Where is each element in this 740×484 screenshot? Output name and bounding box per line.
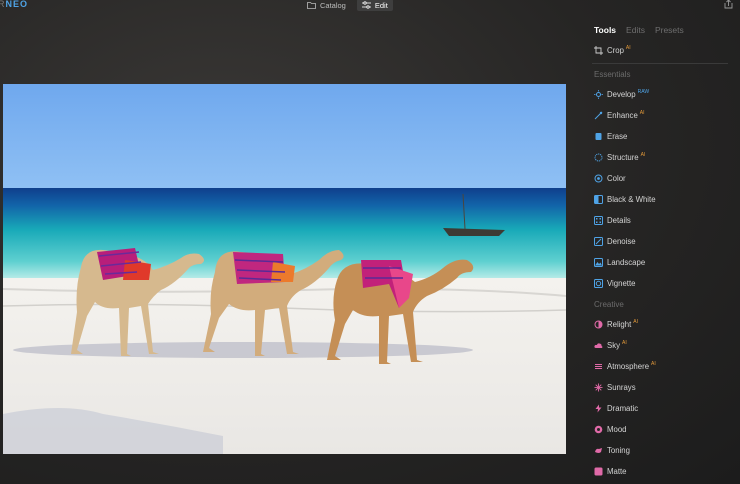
tool-relight[interactable]: Relight AI bbox=[584, 314, 730, 335]
vignette-icon bbox=[594, 279, 603, 288]
app-logo: RNEO bbox=[0, 0, 29, 9]
photo-canvas[interactable] bbox=[3, 84, 566, 454]
tool-vignette[interactable]: Vignette bbox=[584, 273, 730, 294]
tool-matte[interactable]: Matte bbox=[584, 461, 730, 482]
sunrays-icon bbox=[594, 383, 603, 392]
atmosphere-icon bbox=[594, 362, 603, 371]
structure-icon bbox=[594, 153, 603, 162]
tool-develop[interactable]: Develop RAW bbox=[584, 84, 730, 105]
matte-icon bbox=[594, 467, 603, 476]
tools-panel: Tools Edits Presets Crop AI Essentials De… bbox=[584, 20, 730, 484]
details-icon bbox=[594, 216, 603, 225]
folder-icon bbox=[307, 2, 316, 9]
tool-dramatic[interactable]: Dramatic bbox=[584, 398, 730, 419]
section-creative: Creative bbox=[594, 300, 624, 309]
sky-icon bbox=[594, 341, 603, 350]
tool-landscape[interactable]: Landscape bbox=[584, 252, 730, 273]
section-essentials: Essentials bbox=[594, 70, 631, 79]
catalog-mode-button[interactable]: Catalog bbox=[302, 0, 351, 11]
mood-icon bbox=[594, 425, 603, 434]
tab-tools[interactable]: Tools bbox=[594, 25, 616, 35]
eraser-icon bbox=[594, 132, 603, 141]
tab-edits[interactable]: Edits bbox=[626, 25, 645, 35]
tool-erase[interactable]: Erase bbox=[584, 126, 730, 147]
top-bar: RNEO Catalog Edit bbox=[0, 0, 740, 12]
tool-sky[interactable]: Sky AI bbox=[584, 335, 730, 356]
tool-mood[interactable]: Mood bbox=[584, 419, 730, 440]
tool-crop[interactable]: Crop AI bbox=[584, 40, 730, 61]
tool-details[interactable]: Details bbox=[584, 210, 730, 231]
photo-image bbox=[3, 84, 566, 454]
toning-icon bbox=[594, 446, 603, 455]
relight-icon bbox=[594, 320, 603, 329]
black-white-icon bbox=[594, 195, 603, 204]
enhance-icon bbox=[594, 111, 603, 120]
develop-icon bbox=[594, 90, 603, 99]
landscape-icon bbox=[594, 258, 603, 267]
tool-toning[interactable]: Toning bbox=[584, 440, 730, 461]
share-icon[interactable] bbox=[724, 0, 733, 9]
dramatic-icon bbox=[594, 404, 603, 413]
tool-black-white[interactable]: Black & White bbox=[584, 189, 730, 210]
sliders-icon bbox=[361, 1, 371, 9]
tool-sunrays[interactable]: Sunrays bbox=[584, 377, 730, 398]
tool-atmosphere[interactable]: Atmosphere AI bbox=[584, 356, 730, 377]
tab-presets[interactable]: Presets bbox=[655, 25, 684, 35]
tool-denoise[interactable]: Denoise bbox=[584, 231, 730, 252]
panel-tabs: Tools Edits Presets bbox=[584, 20, 730, 40]
crop-icon bbox=[594, 46, 603, 55]
tool-enhance[interactable]: Enhance AI bbox=[584, 105, 730, 126]
color-icon bbox=[594, 174, 603, 183]
denoise-icon bbox=[594, 237, 603, 246]
mode-switcher: Catalog Edit bbox=[302, 0, 393, 11]
tool-structure[interactable]: Structure AI bbox=[584, 147, 730, 168]
tool-color[interactable]: Color bbox=[584, 168, 730, 189]
edit-mode-button[interactable]: Edit bbox=[356, 0, 393, 11]
